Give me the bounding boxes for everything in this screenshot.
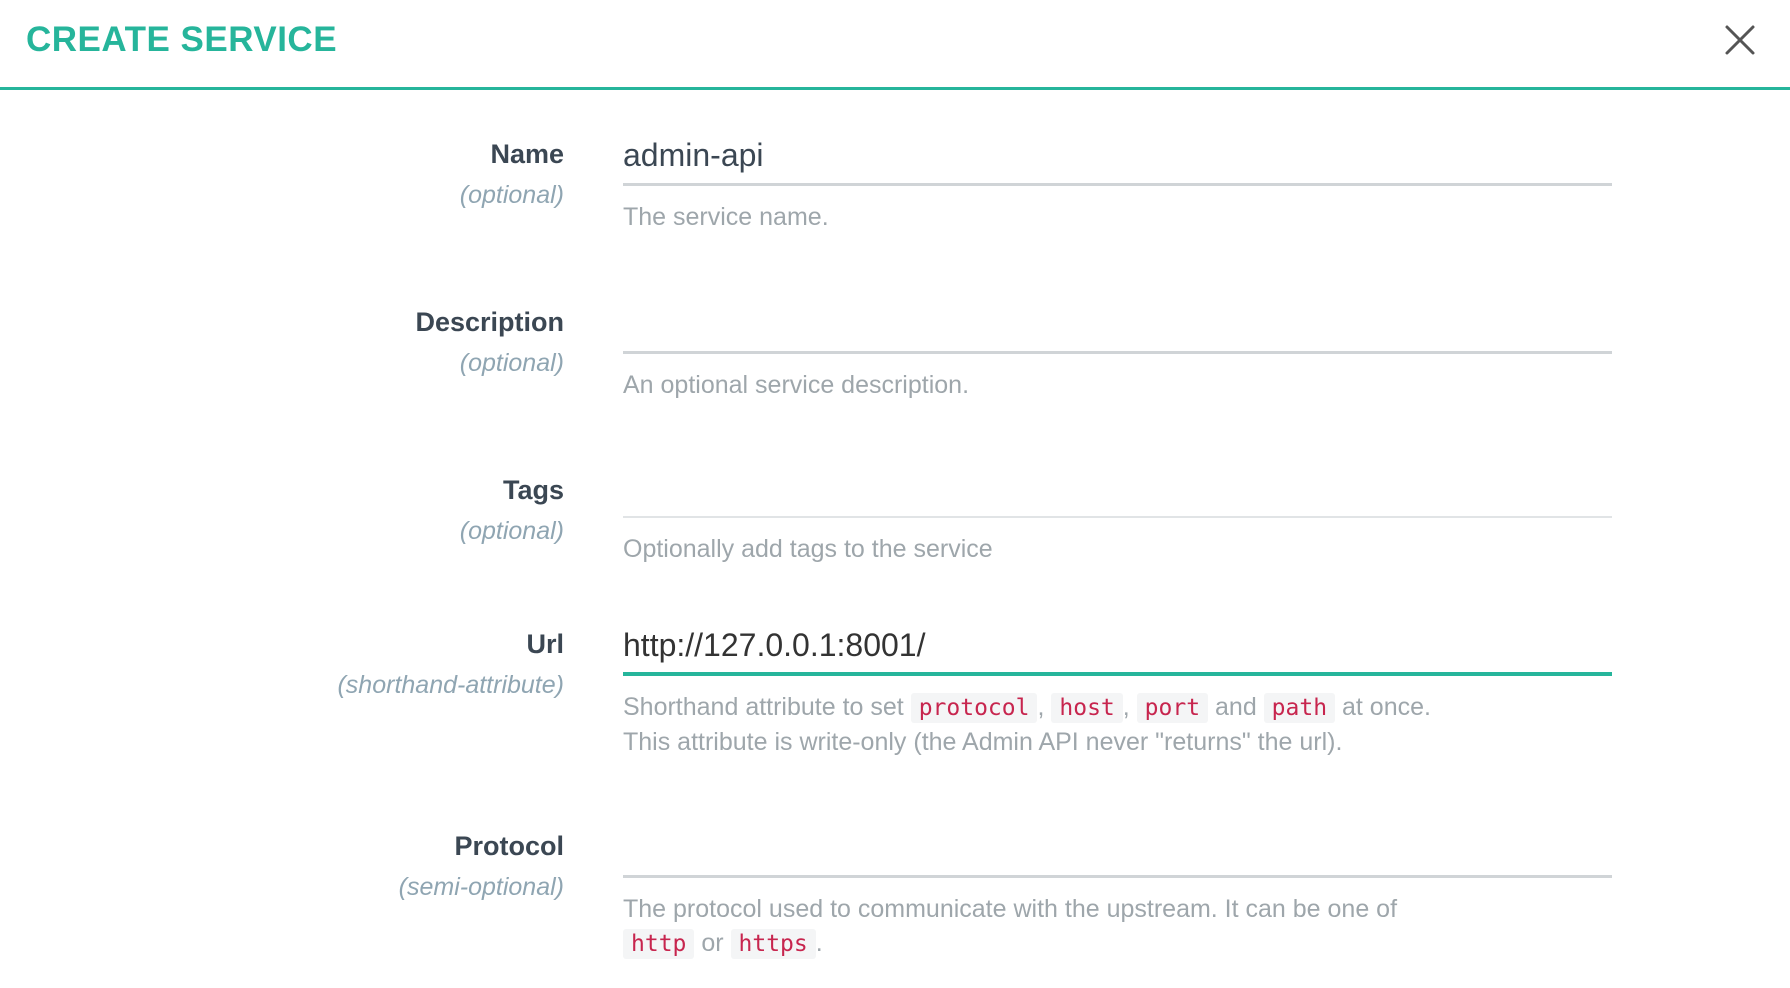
description-help: An optional service description. bbox=[623, 371, 970, 399]
url-help-suffix: at once. bbox=[1335, 693, 1431, 721]
dialog-header: CREATE SERVICE bbox=[0, 0, 1790, 90]
protocol-input[interactable] bbox=[623, 820, 1612, 878]
tags-help: Optionally add tags to the service bbox=[623, 535, 993, 563]
protocol-help-code-http: http bbox=[623, 929, 695, 959]
protocol-help-code-https: https bbox=[730, 929, 816, 959]
url-help-code-port: port bbox=[1136, 693, 1209, 723]
tags-input-group: Optionally add tags to the service bbox=[623, 460, 1612, 566]
url-help-code-path: path bbox=[1263, 693, 1336, 723]
close-icon bbox=[1725, 25, 1755, 55]
protocol-help-prefix: The protocol used to communicate with th… bbox=[623, 895, 1398, 923]
url-help-prefix: Shorthand attribute to set bbox=[623, 693, 911, 721]
url-label-group: Url (shorthand-attribute) bbox=[0, 628, 564, 700]
description-qualifier: (optional) bbox=[459, 349, 564, 377]
tags-qualifier: (optional) bbox=[459, 517, 564, 545]
url-label: Url bbox=[526, 629, 564, 659]
protocol-label-group: Protocol (semi-optional) bbox=[0, 830, 564, 902]
url-help-sep3: and bbox=[1208, 693, 1264, 721]
create-service-dialog: CREATE SERVICE Name (optional) The servi… bbox=[0, 0, 1790, 988]
protocol-qualifier: (semi-optional) bbox=[398, 873, 564, 901]
url-help-line2: This attribute is write-only (the Admin … bbox=[623, 728, 1343, 756]
url-input-group: Shorthand attribute to set protocol, hos… bbox=[623, 618, 1612, 759]
description-input-group: An optional service description. bbox=[623, 296, 1612, 402]
protocol-help-suffix: . bbox=[815, 929, 823, 957]
url-help: Shorthand attribute to set protocol, hos… bbox=[623, 690, 1612, 759]
description-input[interactable] bbox=[623, 296, 1612, 354]
name-help: The service name. bbox=[623, 203, 829, 231]
tags-label: Tags bbox=[502, 475, 564, 505]
name-label: Name bbox=[490, 139, 564, 169]
tags-input[interactable] bbox=[623, 460, 1612, 518]
url-input[interactable] bbox=[623, 618, 1612, 676]
url-help-code-protocol: protocol bbox=[910, 693, 1038, 723]
name-input-group: The service name. bbox=[623, 128, 1612, 234]
protocol-help: The protocol used to communicate with th… bbox=[623, 892, 1612, 961]
name-qualifier: (optional) bbox=[459, 181, 564, 209]
name-label-group: Name (optional) bbox=[0, 138, 564, 210]
close-button[interactable] bbox=[1710, 10, 1770, 70]
url-help-sep2: , bbox=[1122, 693, 1137, 721]
protocol-label: Protocol bbox=[454, 831, 564, 861]
protocol-input-group: The protocol used to communicate with th… bbox=[623, 820, 1612, 961]
url-help-sep1: , bbox=[1037, 693, 1052, 721]
description-label-group: Description (optional) bbox=[0, 306, 564, 378]
url-qualifier: (shorthand-attribute) bbox=[337, 671, 564, 699]
name-input[interactable] bbox=[623, 128, 1612, 186]
url-help-code-host: host bbox=[1051, 693, 1123, 723]
dialog-title: CREATE SERVICE bbox=[26, 20, 338, 59]
tags-label-group: Tags (optional) bbox=[0, 474, 564, 546]
protocol-help-sep1: or bbox=[694, 929, 731, 957]
description-label: Description bbox=[415, 307, 564, 337]
